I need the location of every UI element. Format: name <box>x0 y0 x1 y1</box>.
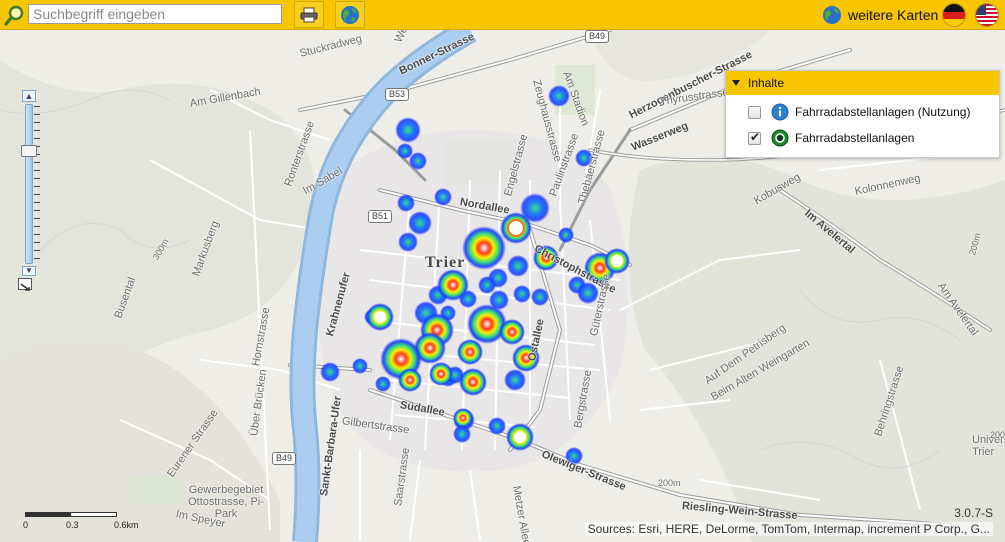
printer-icon <box>300 7 318 22</box>
zoom-out-button[interactable]: ▼ <box>22 266 36 276</box>
basemap-button[interactable] <box>335 1 365 28</box>
flag-germany-icon[interactable] <box>943 4 965 26</box>
road-shield: B53 <box>385 88 410 101</box>
road-shield: B49 <box>272 452 297 465</box>
search-icon[interactable] <box>4 4 26 26</box>
layer-label: Fahrradabstellanlagen <box>795 131 915 145</box>
zoom-ticks <box>34 106 40 264</box>
road-shield: B51 <box>368 210 393 223</box>
road-shield: B49 <box>585 30 610 43</box>
flag-usa-icon[interactable] <box>976 4 998 26</box>
scale-bar: 0 0.3 0.6km <box>22 510 152 532</box>
map-canvas[interactable]: Stuckradweg Bonner-Strasse Weisse Am Sta… <box>0 7 1005 542</box>
print-button[interactable] <box>294 1 324 28</box>
green-circle-icon <box>771 129 789 147</box>
zoom-track[interactable] <box>25 104 33 264</box>
layer-panel-title: Inhalte <box>748 76 785 90</box>
scale-tick: 0.3 <box>66 520 79 530</box>
contour-label: 200m <box>658 478 681 488</box>
attribution-text: Sources: Esri, HERE, DeLorme, TomTom, In… <box>584 522 993 536</box>
layer-item-bike-parking[interactable]: Fahrradabstellanlagen <box>748 127 914 149</box>
globe-icon <box>823 6 841 24</box>
layer-item-usage[interactable]: Fahrradabstellanlagen (Nutzung) <box>748 101 970 123</box>
layer-label: Fahrradabstellanlagen (Nutzung) <box>795 105 971 119</box>
scale-tick: 0.6km <box>114 520 139 530</box>
zoom-box-icon[interactable] <box>18 278 32 291</box>
scale-bar-graphic <box>25 512 117 517</box>
zoom-in-button[interactable]: ▲ <box>22 90 36 102</box>
search-input[interactable] <box>28 4 282 24</box>
layer-panel-header[interactable]: Inhalte <box>726 71 999 95</box>
globe-icon <box>341 5 359 24</box>
collapse-triangle-icon[interactable] <box>732 80 740 86</box>
info-icon <box>771 103 789 121</box>
layer-checkbox[interactable] <box>748 130 761 145</box>
layer-checkbox[interactable] <box>748 105 761 119</box>
scale-tick: 0 <box>23 520 29 530</box>
zoom-slider[interactable]: ▲ ▼ <box>18 90 42 290</box>
contour-label: 200m <box>990 430 1005 440</box>
top-toolbar: weitere Karten <box>0 0 1005 30</box>
map-application: weitere Karten <box>0 0 1005 542</box>
more-maps-label: weitere Karten <box>848 7 939 23</box>
city-label: Trier <box>425 254 466 271</box>
layer-panel: Inhalte Fahrradabstellanlagen (Nutzung) … <box>725 70 1000 158</box>
more-maps-link[interactable]: weitere Karten <box>822 5 938 25</box>
zoom-handle[interactable] <box>21 145 37 157</box>
version-label: 3.0.7-S <box>954 506 993 520</box>
